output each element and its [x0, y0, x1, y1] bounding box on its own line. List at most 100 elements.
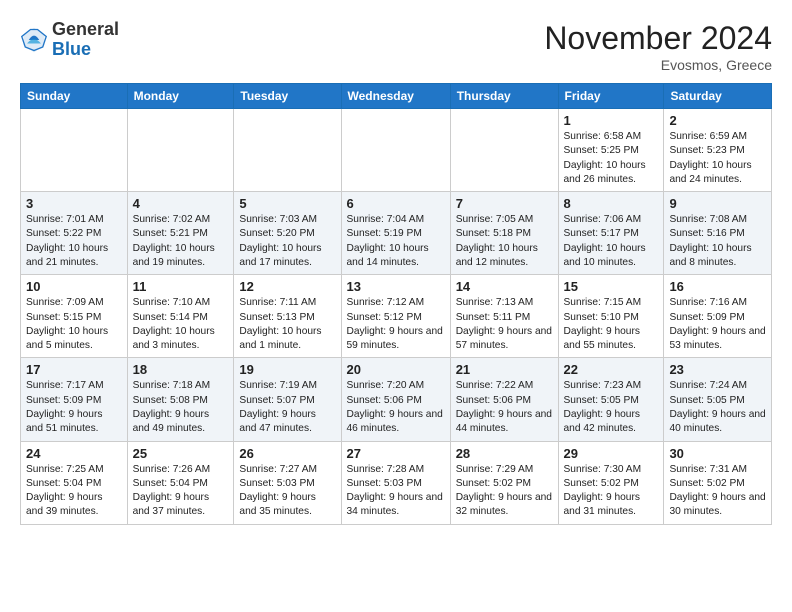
day-info: Sunrise: 7:30 AMSunset: 5:02 PMDaylight:… [564, 463, 659, 520]
month-year: November 2024 [544, 20, 772, 57]
calendar-week-row: 1Sunrise: 6:58 AMSunset: 5:25 PMDaylight… [21, 109, 772, 192]
day-number: 23 [669, 362, 766, 377]
day-number: 6 [347, 196, 445, 211]
day-info: Sunrise: 7:15 AMSunset: 5:10 PMDaylight:… [564, 296, 659, 353]
calendar-day-13: 13Sunrise: 7:12 AMSunset: 5:12 PMDayligh… [341, 275, 450, 358]
day-info: Sunrise: 7:05 AMSunset: 5:18 PMDaylight:… [456, 213, 553, 270]
weekday-header-tuesday: Tuesday [234, 84, 341, 109]
logo-icon [20, 26, 48, 54]
day-number: 21 [456, 362, 553, 377]
logo: General Blue [20, 20, 119, 60]
calendar-week-row: 10Sunrise: 7:09 AMSunset: 5:15 PMDayligh… [21, 275, 772, 358]
calendar-day-1: 1Sunrise: 6:58 AMSunset: 5:25 PMDaylight… [558, 109, 664, 192]
day-info: Sunrise: 7:17 AMSunset: 5:09 PMDaylight:… [26, 379, 122, 436]
day-info: Sunrise: 6:59 AMSunset: 5:23 PMDaylight:… [669, 130, 766, 187]
day-number: 7 [456, 196, 553, 211]
weekday-header-row: SundayMondayTuesdayWednesdayThursdayFrid… [21, 84, 772, 109]
day-info: Sunrise: 7:18 AMSunset: 5:08 PMDaylight:… [133, 379, 229, 436]
day-number: 25 [133, 446, 229, 461]
calendar-day-27: 27 Sunrise: 7:28 AMSunset: 5:03 PMDayligh… [341, 441, 450, 524]
location: Evosmos, Greece [544, 57, 772, 73]
title-block: November 2024 Evosmos, Greece [544, 20, 772, 73]
weekday-header-sunday: Sunday [21, 84, 128, 109]
day-info: Sunrise: 7:10 AMSunset: 5:14 PMDaylight:… [133, 296, 229, 353]
logo-general-text: General [52, 19, 119, 39]
day-number: 10 [26, 279, 122, 294]
header: General Blue November 2024 Evosmos, Gree… [20, 20, 772, 73]
weekday-header-friday: Friday [558, 84, 664, 109]
day-number: 16 [669, 279, 766, 294]
calendar-day-16: 16Sunrise: 7:16 AMSunset: 5:09 PMDayligh… [664, 275, 772, 358]
day-number: 3 [26, 196, 122, 211]
calendar-empty-cell [21, 109, 128, 192]
calendar-empty-cell [234, 109, 341, 192]
calendar-day-10: 10Sunrise: 7:09 AMSunset: 5:15 PMDayligh… [21, 275, 128, 358]
day-number: 24 [26, 446, 122, 461]
calendar-day-22: 22Sunrise: 7:23 AMSunset: 5:05 PMDayligh… [558, 358, 664, 441]
day-info: Sunrise: 7:20 AMSunset: 5:06 PMDaylight:… [347, 379, 445, 436]
day-info: Sunrise: 7:22 AMSunset: 5:06 PMDaylight:… [456, 379, 553, 436]
calendar-day-14: 14Sunrise: 7:13 AMSunset: 5:11 PMDayligh… [450, 275, 558, 358]
weekday-header-monday: Monday [127, 84, 234, 109]
day-info: Sunrise: 7:04 AMSunset: 5:19 PMDaylight:… [347, 213, 445, 270]
calendar-day-17: 17Sunrise: 7:17 AMSunset: 5:09 PMDayligh… [21, 358, 128, 441]
day-info: Sunrise: 7:29 AMSunset: 5:02 PMDaylight:… [456, 463, 553, 520]
day-number: 26 [239, 446, 335, 461]
weekday-header-wednesday: Wednesday [341, 84, 450, 109]
day-info: Sunrise: 7:28 AMSunset: 5:03 PMDaylight:… [347, 463, 445, 520]
day-info: Sunrise: 7:11 AMSunset: 5:13 PMDaylight:… [239, 296, 335, 353]
calendar-day-9: 9Sunrise: 7:08 AMSunset: 5:16 PMDaylight… [664, 192, 772, 275]
calendar-day-25: 25 Sunrise: 7:26 AMSunset: 5:04 PMDayligh… [127, 441, 234, 524]
day-number: 4 [133, 196, 229, 211]
day-info: Sunrise: 7:26 AMSunset: 5:04 PMDaylight:… [133, 463, 229, 520]
calendar-day-8: 8Sunrise: 7:06 AMSunset: 5:17 PMDaylight… [558, 192, 664, 275]
day-number: 13 [347, 279, 445, 294]
day-number: 30 [669, 446, 766, 461]
day-number: 18 [133, 362, 229, 377]
day-number: 15 [564, 279, 659, 294]
calendar-day-19: 19Sunrise: 7:19 AMSunset: 5:07 PMDayligh… [234, 358, 341, 441]
day-info: Sunrise: 7:01 AMSunset: 5:22 PMDaylight:… [26, 213, 122, 270]
day-number: 27 [347, 446, 445, 461]
page: General Blue November 2024 Evosmos, Gree… [0, 0, 792, 535]
logo-blue-text: Blue [52, 39, 91, 59]
day-info: Sunrise: 7:03 AMSunset: 5:20 PMDaylight:… [239, 213, 335, 270]
calendar-empty-cell [450, 109, 558, 192]
day-info: Sunrise: 7:13 AMSunset: 5:11 PMDaylight:… [456, 296, 553, 353]
calendar-day-12: 12 Sunrise: 7:11 AMSunset: 5:13 PMDayligh… [234, 275, 341, 358]
day-info: Sunrise: 7:31 AMSunset: 5:02 PMDaylight:… [669, 463, 766, 520]
weekday-header-saturday: Saturday [664, 84, 772, 109]
calendar-day-29: 29 Sunrise: 7:30 AMSunset: 5:02 PMDayligh… [558, 441, 664, 524]
day-number: 9 [669, 196, 766, 211]
calendar-week-row: 3 Sunrise: 7:01 AMSunset: 5:22 PMDaylight… [21, 192, 772, 275]
day-number: 29 [564, 446, 659, 461]
day-info: Sunrise: 7:19 AMSunset: 5:07 PMDaylight:… [239, 379, 335, 436]
calendar-day-20: 20 Sunrise: 7:20 AMSunset: 5:06 PMDayligh… [341, 358, 450, 441]
weekday-header-thursday: Thursday [450, 84, 558, 109]
calendar-day-5: 5 Sunrise: 7:03 AMSunset: 5:20 PMDaylight… [234, 192, 341, 275]
calendar-day-15: 15 Sunrise: 7:15 AMSunset: 5:10 PMDayligh… [558, 275, 664, 358]
calendar-week-row: 24 Sunrise: 7:25 AMSunset: 5:04 PMDayligh… [21, 441, 772, 524]
day-info: Sunrise: 7:27 AMSunset: 5:03 PMDaylight:… [239, 463, 335, 520]
calendar-day-24: 24 Sunrise: 7:25 AMSunset: 5:04 PMDayligh… [21, 441, 128, 524]
day-number: 1 [564, 113, 659, 128]
day-number: 8 [564, 196, 659, 211]
calendar-day-3: 3 Sunrise: 7:01 AMSunset: 5:22 PMDaylight… [21, 192, 128, 275]
calendar-table: SundayMondayTuesdayWednesdayThursdayFrid… [20, 83, 772, 525]
calendar-day-23: 23 Sunrise: 7:24 AMSunset: 5:05 PMDayligh… [664, 358, 772, 441]
calendar-day-7: 7 Sunrise: 7:05 AMSunset: 5:18 PMDaylight… [450, 192, 558, 275]
day-number: 28 [456, 446, 553, 461]
day-info: Sunrise: 7:24 AMSunset: 5:05 PMDaylight:… [669, 379, 766, 436]
logo-text: General Blue [52, 20, 119, 60]
day-number: 12 [239, 279, 335, 294]
day-number: 11 [133, 279, 229, 294]
day-info: Sunrise: 7:02 AMSunset: 5:21 PMDaylight:… [133, 213, 229, 270]
calendar-day-4: 4 Sunrise: 7:02 AMSunset: 5:21 PMDaylight… [127, 192, 234, 275]
calendar-day-18: 18 Sunrise: 7:18 AMSunset: 5:08 PMDayligh… [127, 358, 234, 441]
calendar-empty-cell [127, 109, 234, 192]
day-number: 20 [347, 362, 445, 377]
day-info: Sunrise: 7:23 AMSunset: 5:05 PMDaylight:… [564, 379, 659, 436]
day-number: 5 [239, 196, 335, 211]
calendar-day-6: 6 Sunrise: 7:04 AMSunset: 5:19 PMDaylight… [341, 192, 450, 275]
day-info: Sunrise: 7:25 AMSunset: 5:04 PMDaylight:… [26, 463, 122, 520]
